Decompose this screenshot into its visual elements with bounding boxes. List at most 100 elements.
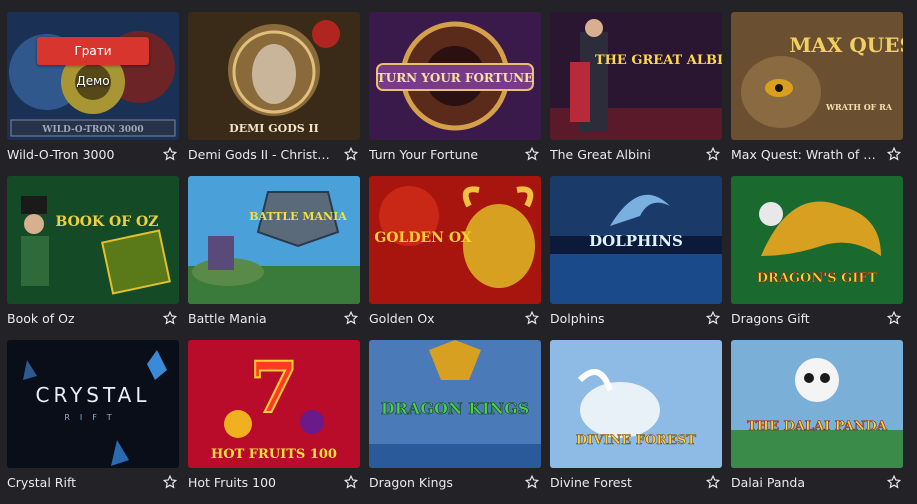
game-art: DEMI GODS II: [188, 12, 360, 140]
game-thumbnail[interactable]: TURN YOUR FORTUNE: [369, 12, 541, 140]
game-art: MAX QUEST WRATH OF RA: [731, 12, 903, 140]
game-thumbnail[interactable]: DRAGON KINGS: [369, 340, 541, 468]
svg-text:DIVINE FOREST: DIVINE FOREST: [576, 433, 696, 448]
game-thumbnail[interactable]: DIVINE FOREST: [550, 340, 722, 468]
game-card[interactable]: THE GREAT ALBINI The Great Albini: [550, 12, 722, 176]
game-art: CRYSTAL RIFT: [7, 340, 179, 468]
game-title[interactable]: The Great Albini: [550, 147, 651, 162]
game-thumbnail[interactable]: DOLPHINS: [550, 176, 722, 304]
game-thumbnail[interactable]: THE GREAT ALBINI: [550, 12, 722, 140]
game-caption: Dolphins: [550, 304, 722, 332]
game-title[interactable]: Demi Gods II - Christm...: [188, 147, 334, 162]
demo-button[interactable]: Демо: [70, 73, 115, 89]
game-thumbnail[interactable]: BATTLE MANIA: [188, 176, 360, 304]
game-card[interactable]: DRAGON'S GIFT Dragons Gift: [731, 176, 903, 340]
game-title[interactable]: Turn Your Fortune: [369, 147, 478, 162]
game-title[interactable]: Divine Forest: [550, 475, 632, 490]
game-card[interactable]: BOOK OF OZ Book of Oz: [7, 176, 179, 340]
game-title[interactable]: Crystal Rift: [7, 475, 76, 490]
favorite-star-icon[interactable]: [525, 475, 539, 489]
game-caption: Turn Your Fortune: [369, 140, 541, 168]
game-card[interactable]: GOLDEN OX Golden Ox: [369, 176, 541, 340]
game-thumbnail[interactable]: MAX QUEST WRATH OF RA: [731, 12, 903, 140]
games-grid: WILD-O-TRON 3000 Грати Демо Wild-O-Tron …: [7, 12, 903, 504]
game-caption: Dragons Gift: [731, 304, 903, 332]
game-card[interactable]: CRYSTAL RIFT Crystal Rift: [7, 340, 179, 504]
game-caption: Dalai Panda: [731, 468, 903, 496]
svg-text:THE GREAT ALBINI: THE GREAT ALBINI: [595, 53, 722, 68]
game-caption: Battle Mania: [188, 304, 360, 332]
svg-text:BOOK OF OZ: BOOK OF OZ: [56, 214, 159, 230]
game-card[interactable]: DOLPHINS Dolphins: [550, 176, 722, 340]
favorite-star-icon[interactable]: [706, 147, 720, 161]
game-thumbnail[interactable]: CRYSTAL RIFT: [7, 340, 179, 468]
game-art: THE DALAI PANDA: [731, 340, 903, 468]
game-caption: The Great Albini: [550, 140, 722, 168]
svg-text:MAX QUEST: MAX QUEST: [789, 33, 903, 57]
favorite-star-icon[interactable]: [344, 311, 358, 325]
svg-text:DOLPHINS: DOLPHINS: [589, 232, 683, 250]
favorite-star-icon[interactable]: [344, 475, 358, 489]
game-card[interactable]: 7 HOT FRUITS 100 Hot Fruits 100: [188, 340, 360, 504]
favorite-star-icon[interactable]: [163, 475, 177, 489]
favorite-star-icon[interactable]: [525, 147, 539, 161]
play-button[interactable]: Грати: [37, 37, 149, 65]
game-thumbnail[interactable]: DEMI GODS II: [188, 12, 360, 140]
game-caption: Demi Gods II - Christm...: [188, 140, 360, 168]
game-card[interactable]: DRAGON KINGS Dragon Kings: [369, 340, 541, 504]
game-title[interactable]: Hot Fruits 100: [188, 475, 276, 490]
game-caption: Dragon Kings: [369, 468, 541, 496]
favorite-star-icon[interactable]: [163, 311, 177, 325]
game-art: BOOK OF OZ: [7, 176, 179, 304]
svg-text:THE DALAI PANDA: THE DALAI PANDA: [747, 419, 888, 434]
game-thumbnail[interactable]: 7 HOT FRUITS 100: [188, 340, 360, 468]
favorite-star-icon[interactable]: [706, 475, 720, 489]
favorite-star-icon[interactable]: [344, 147, 358, 161]
game-thumbnail[interactable]: BOOK OF OZ: [7, 176, 179, 304]
game-card[interactable]: DEMI GODS II Demi Gods II - Christm...: [188, 12, 360, 176]
hover-overlay: Грати Демо: [7, 12, 179, 140]
game-title[interactable]: Dragon Kings: [369, 475, 453, 490]
game-title[interactable]: Wild-O-Tron 3000: [7, 147, 114, 162]
favorite-star-icon[interactable]: [163, 147, 177, 161]
game-title[interactable]: Golden Ox: [369, 311, 435, 326]
favorite-star-icon[interactable]: [887, 311, 901, 325]
game-art: THE GREAT ALBINI: [550, 12, 722, 140]
game-title[interactable]: Dolphins: [550, 311, 605, 326]
game-thumbnail[interactable]: THE DALAI PANDA: [731, 340, 903, 468]
game-art: DRAGON'S GIFT: [731, 176, 903, 304]
svg-text:WRATH OF RA: WRATH OF RA: [825, 102, 893, 112]
game-card[interactable]: TURN YOUR FORTUNE Turn Your Fortune: [369, 12, 541, 176]
favorite-star-icon[interactable]: [706, 311, 720, 325]
game-title[interactable]: Dalai Panda: [731, 475, 805, 490]
game-title[interactable]: Battle Mania: [188, 311, 267, 326]
svg-text:BATTLE MANIA: BATTLE MANIA: [249, 210, 347, 223]
game-art: TURN YOUR FORTUNE: [369, 12, 541, 140]
game-card[interactable]: BATTLE MANIA Battle Mania: [188, 176, 360, 340]
svg-text:DRAGON'S GIFT: DRAGON'S GIFT: [757, 271, 878, 286]
game-title[interactable]: Book of Oz: [7, 311, 75, 326]
game-thumbnail[interactable]: GOLDEN OX: [369, 176, 541, 304]
favorite-star-icon[interactable]: [887, 147, 901, 161]
game-title[interactable]: Max Quest: Wrath of Ra: [731, 147, 877, 162]
svg-text:DEMI GODS II: DEMI GODS II: [229, 122, 319, 135]
game-art: 7 HOT FRUITS 100: [188, 340, 360, 468]
game-thumbnail[interactable]: WILD-O-TRON 3000 Грати Демо: [7, 12, 179, 140]
game-card[interactable]: MAX QUEST WRATH OF RA Max Quest: Wrath o…: [731, 12, 903, 176]
game-card[interactable]: WILD-O-TRON 3000 Грати Демо Wild-O-Tron …: [7, 12, 179, 176]
game-caption: Book of Oz: [7, 304, 179, 332]
svg-text:HOT FRUITS 100: HOT FRUITS 100: [211, 447, 337, 462]
game-thumbnail[interactable]: DRAGON'S GIFT: [731, 176, 903, 304]
game-card[interactable]: DIVINE FOREST Divine Forest: [550, 340, 722, 504]
game-caption: Golden Ox: [369, 304, 541, 332]
favorite-star-icon[interactable]: [525, 311, 539, 325]
svg-text:GOLDEN OX: GOLDEN OX: [374, 230, 471, 246]
svg-text:7: 7: [250, 346, 299, 429]
game-card[interactable]: THE DALAI PANDA Dalai Panda: [731, 340, 903, 504]
svg-text:DRAGON KINGS: DRAGON KINGS: [381, 399, 530, 418]
favorite-star-icon[interactable]: [887, 475, 901, 489]
game-title[interactable]: Dragons Gift: [731, 311, 810, 326]
game-art: BATTLE MANIA: [188, 176, 360, 304]
game-caption: Hot Fruits 100: [188, 468, 360, 496]
svg-text:TURN YOUR FORTUNE: TURN YOUR FORTUNE: [377, 71, 533, 85]
